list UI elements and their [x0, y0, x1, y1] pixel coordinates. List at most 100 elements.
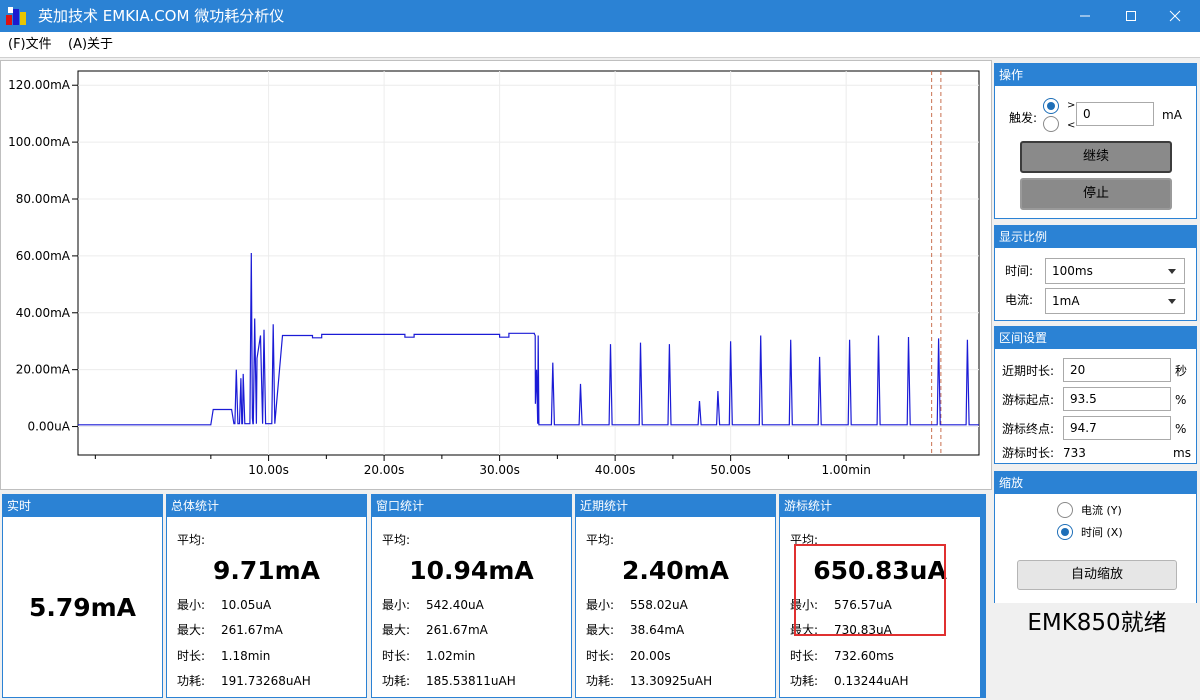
- cursor-energy-value: 0.13244uAH: [834, 674, 909, 688]
- continue-button[interactable]: 继续: [1020, 141, 1172, 173]
- x-tick-label: 20.00s: [364, 463, 405, 477]
- time-scale-label: 时间:: [1005, 264, 1034, 278]
- recent-energy-value: 13.30925uAH: [630, 674, 713, 688]
- minimize-button[interactable]: [1062, 0, 1108, 32]
- x-tick-label: 30.00s: [479, 463, 520, 477]
- overall-min-label: 最小:: [177, 598, 206, 612]
- current-scale-label: 电流:: [1005, 293, 1034, 307]
- recent-max-value: 38.64mA: [630, 623, 685, 637]
- current-scale-select[interactable]: 1mA: [1045, 288, 1185, 314]
- cursor-duration-stat-value: 732.60ms: [834, 649, 894, 663]
- realtime-title: 实时: [3, 495, 162, 517]
- current-waveform-chart[interactable]: 0.00uA 20.00mA 40.00mA 60.00mA 80.00mA 100.00…: [0, 60, 992, 490]
- x-tick-label: 1.00min: [821, 463, 870, 477]
- recent-min-label: 最小:: [586, 598, 615, 612]
- time-scale-select[interactable]: 100ms: [1045, 258, 1185, 284]
- window-title: 英加技术 EMKIA.COM 微功耗分析仪: [38, 7, 285, 25]
- cursor-end-label: 游标终点:: [1002, 422, 1055, 436]
- overall-duration-label: 时长:: [177, 649, 206, 663]
- overall-avg-value: 9.71mA: [212, 556, 321, 585]
- minimize-icon: [1080, 15, 1090, 17]
- plot-frame: [77, 70, 980, 456]
- display-scale-group: 显示比例 时间: 100ms 电流: 1mA: [994, 225, 1197, 321]
- app-logo-icon: [6, 7, 26, 25]
- cursor-end-unit: %: [1175, 422, 1187, 436]
- y-tick-label: 100.00mA: [8, 135, 71, 149]
- cursor-stats-title: 游标统计: [780, 495, 980, 517]
- overall-max-label: 最大:: [177, 623, 206, 637]
- trigger-lt-symbol: <: [1067, 120, 1076, 131]
- x-tick-label: 40.00s: [595, 463, 636, 477]
- recent-stats-panel: 近期统计 平均: 2.40mA 最小: 558.02uA 最大: 38.64mA…: [575, 494, 776, 698]
- highlight-annotation-box: [794, 544, 946, 636]
- window-min-label: 最小:: [382, 598, 411, 612]
- realtime-panel: 实时 5.79mA: [2, 494, 163, 698]
- recent-duration-label: 时长:: [586, 649, 615, 663]
- overall-min-value: 10.05uA: [221, 598, 272, 612]
- y-tick-label: 40.00mA: [16, 306, 71, 320]
- menu-about[interactable]: (A)关于: [68, 37, 113, 53]
- trigger-value-input[interactable]: 0: [1076, 102, 1154, 126]
- overall-energy-value: 191.73268uAH: [221, 674, 311, 688]
- close-button[interactable]: [1152, 0, 1198, 32]
- overall-stats-title: 总体统计: [167, 495, 366, 517]
- time-scale-value: 100ms: [1052, 264, 1093, 278]
- window-max-label: 最大:: [382, 623, 411, 637]
- zoom-time-radio[interactable]: [1057, 524, 1073, 540]
- cursor-duration-stat-label: 时长:: [790, 649, 819, 663]
- cursor-duration-unit: ms: [1173, 446, 1191, 460]
- recent-avg-value: 2.40mA: [621, 556, 730, 585]
- cursor-duration-label: 游标时长:: [1002, 446, 1055, 460]
- y-tick-label: 0.00uA: [27, 420, 70, 434]
- window-max-value: 261.67mA: [426, 623, 488, 637]
- interval-group-title: 区间设置: [995, 327, 1196, 349]
- chevron-down-icon: [1168, 269, 1176, 274]
- operation-group-title: 操作: [995, 64, 1196, 86]
- chevron-down-icon: [1168, 299, 1176, 304]
- menu-bar: (F)文件 (A)关于: [0, 32, 1200, 58]
- window-min-value: 542.40uA: [426, 598, 484, 612]
- window-duration-value: 1.02min: [426, 649, 476, 663]
- waveform-plot[interactable]: 0.00uA 20.00mA 40.00mA 60.00mA 80.00mA 100.00…: [1, 61, 991, 489]
- cursor-start-unit: %: [1175, 393, 1187, 407]
- window-avg-label: 平均:: [382, 533, 411, 547]
- maximize-icon: [1126, 11, 1136, 21]
- overall-duration-value: 1.18min: [221, 649, 271, 663]
- maximize-button[interactable]: [1108, 0, 1154, 32]
- trigger-lt-radio[interactable]: [1043, 116, 1059, 132]
- recent-duration-label: 近期时长:: [1002, 364, 1055, 378]
- recent-stats-title: 近期统计: [576, 495, 775, 517]
- current-scale-value: 1mA: [1052, 294, 1080, 308]
- cursor-start-input[interactable]: 93.5: [1063, 387, 1171, 411]
- stop-button[interactable]: 停止: [1020, 178, 1172, 210]
- trigger-gt-radio[interactable]: [1043, 98, 1059, 114]
- window-avg-value: 10.94mA: [409, 556, 534, 585]
- cursor-end-input[interactable]: 94.7: [1063, 416, 1171, 440]
- window-stats-title: 窗口统计: [372, 495, 571, 517]
- overall-stats-panel: 总体统计 平均: 9.71mA 最小: 10.05uA 最大: 261.67mA…: [166, 494, 367, 698]
- cursor-duration-value: 733: [1063, 446, 1086, 460]
- y-tick-label: 80.00mA: [16, 192, 71, 206]
- recent-max-label: 最大:: [586, 623, 615, 637]
- recent-min-value: 558.02uA: [630, 598, 688, 612]
- realtime-value: 5.79mA: [28, 593, 137, 622]
- operation-group: 操作 触发: > < 0 mA 继续 停止: [994, 63, 1197, 219]
- recent-energy-label: 功耗:: [586, 674, 615, 688]
- x-tick-label: 10.00s: [248, 463, 289, 477]
- x-tick-label: 50.00s: [710, 463, 751, 477]
- recent-duration-value: 20.00s: [630, 649, 671, 663]
- zoom-current-radio[interactable]: [1057, 502, 1073, 518]
- overall-avg-label: 平均:: [177, 533, 206, 547]
- close-icon: [1169, 10, 1181, 22]
- device-status-text: EMK850就绪: [1027, 610, 1167, 636]
- auto-zoom-button[interactable]: 自动缩放: [1017, 560, 1177, 590]
- recent-duration-input[interactable]: 20: [1063, 358, 1171, 382]
- menu-file[interactable]: (F)文件: [8, 37, 52, 53]
- overall-max-value: 261.67mA: [221, 623, 283, 637]
- title-bar: 英加技术 EMKIA.COM 微功耗分析仪: [0, 0, 1200, 32]
- recent-avg-label: 平均:: [586, 533, 615, 547]
- window-stats-panel: 窗口统计 平均: 10.94mA 最小: 542.40uA 最大: 261.67…: [371, 494, 572, 698]
- zoom-group-title: 缩放: [995, 472, 1196, 494]
- display-scale-group-title: 显示比例: [995, 226, 1196, 248]
- window-energy-label: 功耗:: [382, 674, 411, 688]
